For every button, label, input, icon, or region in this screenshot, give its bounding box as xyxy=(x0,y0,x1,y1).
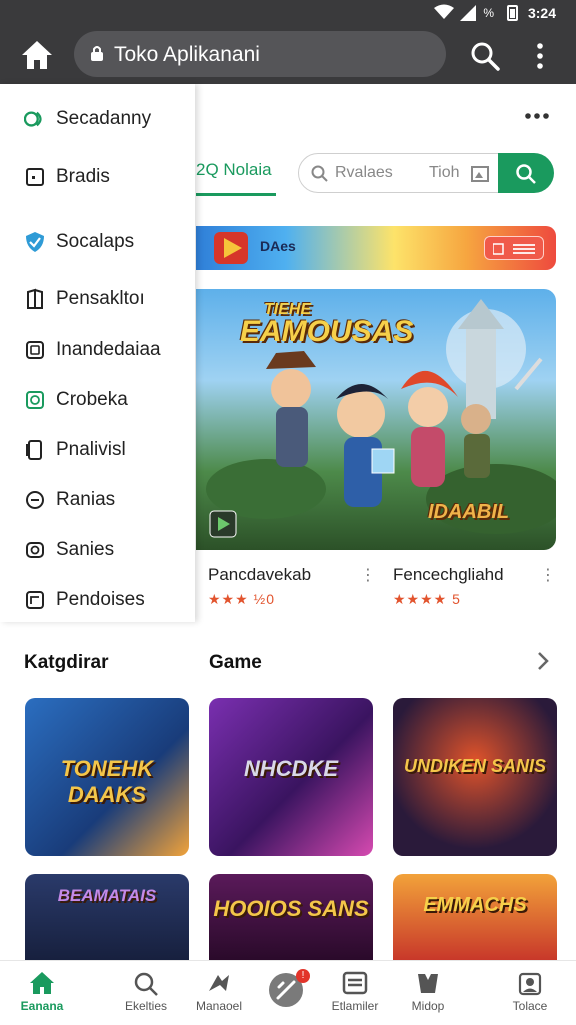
circle-square-icon xyxy=(26,391,44,409)
search-button[interactable] xyxy=(498,153,554,193)
search-icon xyxy=(516,164,536,184)
store-icon xyxy=(24,111,42,127)
drawer-item[interactable]: Inandedaiaa xyxy=(24,335,194,365)
game-card[interactable]: NHCDKE xyxy=(209,698,373,856)
game-card[interactable]: TONEHK DAAKS xyxy=(25,698,189,856)
clock: 3:24 xyxy=(527,5,556,21)
search-input[interactable]: Rvalaes Tioh xyxy=(298,153,500,193)
signal-icon xyxy=(460,5,476,21)
drawer-item[interactable]: Pendoises xyxy=(24,585,194,615)
stamp-icon xyxy=(26,491,44,509)
shield-icon xyxy=(418,974,438,993)
home-icon[interactable] xyxy=(20,39,54,71)
nav-item-account[interactable]: Tolace xyxy=(482,961,576,1025)
tab-label: 2Q Nolaia xyxy=(196,160,272,179)
search-icon[interactable] xyxy=(470,41,500,71)
play-icon xyxy=(214,232,248,264)
tablet-icon xyxy=(26,440,42,460)
banner-button[interactable] xyxy=(484,236,544,260)
section-title-games: Game xyxy=(209,652,262,673)
home-icon xyxy=(30,972,54,994)
app-bar: Toko Aplikanani xyxy=(0,26,576,84)
game-card[interactable]: BEAMATAIS xyxy=(25,874,189,960)
battery-icon xyxy=(507,5,518,21)
tab-indicator xyxy=(196,193,276,196)
shield-check-icon xyxy=(26,232,44,252)
list-icon xyxy=(493,243,535,255)
hero-title-corner: IDAABIL xyxy=(428,501,510,523)
chevron-right-icon[interactable] xyxy=(536,651,550,671)
game-card-title: HOOIOS SANS xyxy=(213,896,369,921)
overflow-menu-icon[interactable] xyxy=(530,42,550,70)
lock-icon xyxy=(91,46,103,61)
drawer-item[interactable]: Bradis xyxy=(24,162,194,192)
frame-icon xyxy=(26,591,44,609)
featured-app-menu-icon[interactable]: ⋮ xyxy=(360,565,376,585)
search-icon xyxy=(134,972,158,996)
navigation-drawer: Secadanny Bradis Socalaps Pensakltoı Ina… xyxy=(0,84,195,622)
more-options-icon[interactable] xyxy=(522,106,552,126)
drawer-item[interactable]: Pnalivisl xyxy=(24,435,194,465)
search-placeholder: Rvalaes xyxy=(335,164,393,181)
promo-banner[interactable]: DAes xyxy=(196,226,556,270)
featured-app-name[interactable]: Pancdavekab xyxy=(208,565,311,585)
drawer-item[interactable]: Crobeka xyxy=(24,385,194,415)
search-icon xyxy=(311,165,328,182)
wifi-icon xyxy=(434,4,454,19)
game-card[interactable]: EMMACHS xyxy=(393,874,557,960)
game-card-title: EMMACHS xyxy=(423,894,527,916)
featured-app-rating: ★★★★ 5 xyxy=(393,591,461,607)
featured-hero-image[interactable]: TIEHE EAMOUSAS IDAABIL xyxy=(196,289,556,550)
drawer-item[interactable]: Pensakltoı xyxy=(24,284,194,314)
status-bar: % 3:24 xyxy=(0,0,576,26)
hero-title-main: EAMOUSAS xyxy=(240,315,414,348)
camera-icon xyxy=(26,542,44,558)
drawer-item[interactable]: Ranias xyxy=(24,485,194,515)
featured-app-name[interactable]: Fencechgliahd xyxy=(393,565,504,585)
library-icon xyxy=(342,971,368,995)
search-placeholder-extra: Tioh xyxy=(429,164,460,181)
game-card-title: UNDIKEN SANIS xyxy=(403,756,546,776)
banner-label: DAes xyxy=(260,238,296,254)
gallery-icon xyxy=(26,341,44,359)
game-card-title: NHCDKE xyxy=(243,756,339,781)
drawer-item[interactable]: Secadanny xyxy=(24,104,194,134)
game-card-title: TONEHK DAAKS xyxy=(60,756,154,807)
section-title-categories: Katgdirar xyxy=(24,652,109,673)
drawer-item[interactable]: Sanies xyxy=(24,535,194,565)
book-icon xyxy=(27,288,43,309)
nav-item-home[interactable]: Eanana xyxy=(0,961,90,1025)
tab-categories[interactable]: 2Q Nolaia xyxy=(196,160,276,196)
game-card[interactable]: UNDIKEN SANIS xyxy=(393,698,557,856)
bottom-navigation: Eanana Ekelties Manaoel ! Etlamiler Mido… xyxy=(0,960,576,1024)
game-card[interactable]: HOOIOS SANS xyxy=(209,874,373,960)
featured-app-menu-icon[interactable]: ⋮ xyxy=(540,565,556,585)
account-icon xyxy=(518,972,542,996)
square-icon xyxy=(26,168,44,186)
url-title: Toko Aplikanani xyxy=(114,43,260,66)
battery-percent: % xyxy=(483,6,494,20)
url-bar[interactable]: Toko Aplikanani xyxy=(74,31,446,77)
featured-app-rating: ★★★ ½0 xyxy=(208,591,276,607)
nav-item-shield[interactable]: Midop xyxy=(380,961,476,1025)
apps-icon xyxy=(209,975,229,991)
drawer-item[interactable]: Socalaps xyxy=(24,227,194,257)
image-search-icon[interactable] xyxy=(471,166,489,182)
game-card-title: BEAMATAIS xyxy=(57,886,157,905)
